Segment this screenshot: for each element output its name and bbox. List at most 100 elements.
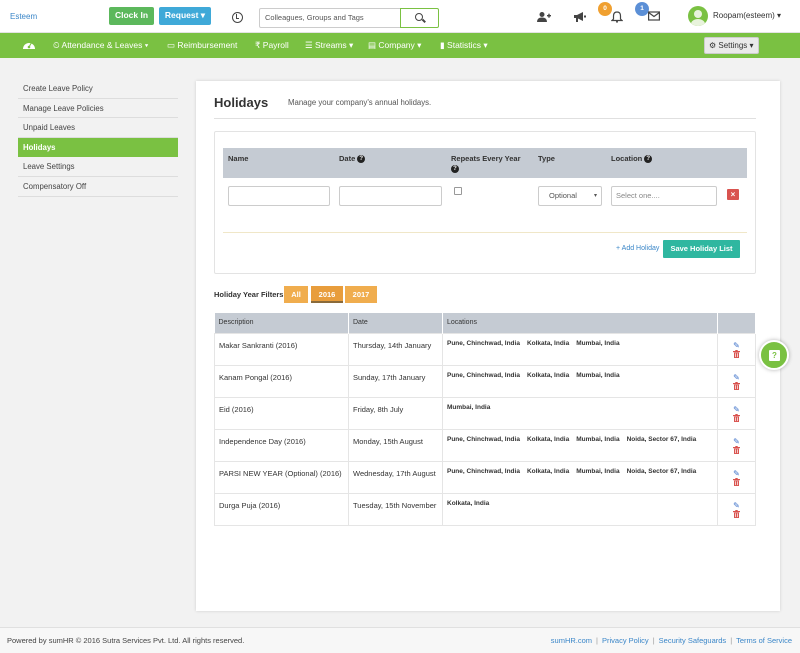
holiday-description: Durga Puja (2016) xyxy=(214,492,349,526)
envelope-icon[interactable] xyxy=(647,11,661,23)
help-icon: ? xyxy=(769,350,780,361)
location-tag: Mumbai, India xyxy=(576,339,620,347)
bell-icon[interactable] xyxy=(610,11,624,23)
sidebar-item-compensatory-off[interactable]: Compensatory Off xyxy=(18,177,178,197)
location-tag: Pune, Chinchwad, India xyxy=(447,467,520,475)
location-tag: Noida, Sector 67, India xyxy=(626,467,697,475)
table-header-row: Description Date Locations xyxy=(214,313,756,333)
sidebar-item-manage-leave-policies[interactable]: Manage Leave Policies xyxy=(18,99,178,119)
trash-icon[interactable] xyxy=(722,349,751,360)
add-holiday-form: Name Date? Repeats Every Year? Type Loca… xyxy=(214,131,756,274)
sidebar-item-leave-settings[interactable]: Leave Settings xyxy=(18,157,178,177)
add-holiday-link[interactable]: + Add Holiday xyxy=(616,245,659,252)
user-menu[interactable]: Roopam(esteem) ▾ xyxy=(713,11,781,20)
avatar[interactable] xyxy=(688,6,708,26)
row-actions: ✎ xyxy=(717,460,756,494)
location-tag: Kolkata, India xyxy=(526,339,570,347)
location-header-label: Location xyxy=(611,154,643,163)
remove-row-button[interactable]: × xyxy=(727,189,739,200)
search-input[interactable]: Colleagues, Groups and Tags xyxy=(259,8,401,28)
holiday-date: Monday, 15th August xyxy=(348,428,443,462)
search-icon xyxy=(415,13,423,21)
brand-link[interactable]: Esteem xyxy=(10,12,37,21)
holiday-description: PARSI NEW YEAR (Optional) (2016) xyxy=(214,460,349,494)
trash-icon[interactable] xyxy=(722,477,751,488)
trash-icon[interactable] xyxy=(722,413,751,424)
location-tag: Mumbai, India xyxy=(576,467,620,475)
nav-statistics[interactable]: ▮ Statistics ▾ xyxy=(440,33,488,58)
edit-pencil-icon[interactable]: ✎ xyxy=(722,501,751,510)
location-header: Location? xyxy=(611,154,653,164)
type-select[interactable]: Optional ▾ xyxy=(538,186,602,206)
table-row: Makar Sankranti (2016) Thursday, 14th Jan… xyxy=(214,332,756,366)
year-filter-all[interactable]: All xyxy=(284,286,308,303)
holiday-name-input[interactable] xyxy=(228,186,330,206)
repeats-header: Repeats Every Year? xyxy=(451,154,531,174)
clock-in-button[interactable]: Clock In xyxy=(109,7,154,25)
nav-company[interactable]: ▤ Company ▾ xyxy=(368,33,421,58)
search-button[interactable] xyxy=(400,8,439,28)
table-row: Kanam Pongal (2016) Sunday, 17th January P… xyxy=(214,364,756,398)
nav-reimbursement[interactable]: ▭ Reimbursement xyxy=(167,33,237,58)
holiday-table: Description Date Locations Makar Sankran… xyxy=(214,313,756,526)
edit-pencil-icon[interactable]: ✎ xyxy=(722,405,751,414)
row-actions: ✎ xyxy=(717,396,756,430)
date-header-label: Date xyxy=(339,154,356,163)
holiday-description: Kanam Pongal (2016) xyxy=(214,364,349,398)
location-tag: Kolkata, India xyxy=(526,435,570,443)
edit-pencil-icon[interactable]: ✎ xyxy=(722,373,751,382)
holiday-locations: Pune, Chinchwad, India Kolkata, India Mumb… xyxy=(442,428,718,462)
repeats-checkbox[interactable] xyxy=(454,187,462,195)
footer-link-terms[interactable]: Terms of Service xyxy=(736,636,792,645)
page-title: Holidays xyxy=(214,95,269,110)
page-subtitle: Manage your company's annual holidays. xyxy=(288,98,432,107)
holiday-date: Sunday, 17th January xyxy=(348,364,443,398)
megaphone-icon[interactable] xyxy=(573,11,587,23)
help-button[interactable]: ? xyxy=(759,340,789,370)
settings-button[interactable]: ⚙ Settings ▾ xyxy=(704,37,759,54)
row-actions: ✎ xyxy=(717,332,756,366)
dashboard-gauge-icon[interactable] xyxy=(22,39,36,51)
column-locations: Locations xyxy=(442,313,718,333)
footer-link-security[interactable]: Security Safeguards xyxy=(659,636,727,645)
sidebar-item-create-leave-policy[interactable]: Create Leave Policy xyxy=(18,79,178,99)
sidebar-item-holidays[interactable]: Holidays xyxy=(18,137,178,158)
help-question-icon[interactable]: ? xyxy=(644,155,653,164)
global-search: Colleagues, Groups and Tags xyxy=(259,8,439,28)
edit-pencil-icon[interactable]: ✎ xyxy=(722,437,751,446)
table-row: Independence Day (2016) Monday, 15th Augu… xyxy=(214,428,756,462)
location-tag: Noida, Sector 67, India xyxy=(626,435,697,443)
sidebar-item-unpaid-leaves[interactable]: Unpaid Leaves xyxy=(18,118,178,138)
divider xyxy=(223,232,747,233)
footer-link-sumhr[interactable]: sumHR.com xyxy=(551,636,592,645)
help-question-icon[interactable]: ? xyxy=(451,165,459,174)
location-select[interactable]: Select one.... xyxy=(611,186,717,206)
location-tag: Mumbai, India xyxy=(576,435,620,443)
location-tag: Kolkata, India xyxy=(526,467,570,475)
year-filter-2017[interactable]: 2017 xyxy=(345,286,377,303)
help-question-icon[interactable]: ? xyxy=(357,155,366,164)
trash-icon[interactable] xyxy=(722,509,751,520)
row-actions: ✎ xyxy=(717,364,756,398)
nav-payroll[interactable]: ₹ Payroll xyxy=(255,33,289,58)
row-actions: ✎ xyxy=(717,492,756,526)
type-header: Type xyxy=(538,154,555,163)
year-filter-2016[interactable]: 2016 xyxy=(311,286,343,303)
save-holiday-list-button[interactable]: Save Holiday List xyxy=(663,240,740,258)
nav-attendance-leaves[interactable]: ⏲ Attendance & Leaves ▾ xyxy=(53,33,148,58)
nav-streams[interactable]: ☰ Streams ▾ xyxy=(305,33,353,58)
trash-icon[interactable] xyxy=(722,445,751,456)
holiday-date-input[interactable] xyxy=(339,186,442,206)
holiday-date: Thursday, 14th January xyxy=(348,332,443,366)
location-tag: Mumbai, India xyxy=(576,371,620,379)
add-user-icon[interactable] xyxy=(537,11,551,23)
edit-pencil-icon[interactable]: ✎ xyxy=(722,469,751,478)
footer-link-privacy[interactable]: Privacy Policy xyxy=(602,636,649,645)
edit-pencil-icon[interactable]: ✎ xyxy=(722,341,751,350)
location-tag: Pune, Chinchwad, India xyxy=(447,435,520,443)
holiday-date: Wednesday, 17th August xyxy=(348,460,443,494)
trash-icon[interactable] xyxy=(722,381,751,392)
copyright-text: Powered by sumHR © 2016 Sutra Services P… xyxy=(7,636,245,645)
clock-icon[interactable] xyxy=(232,12,243,23)
request-button[interactable]: Request ▾ xyxy=(159,7,211,25)
